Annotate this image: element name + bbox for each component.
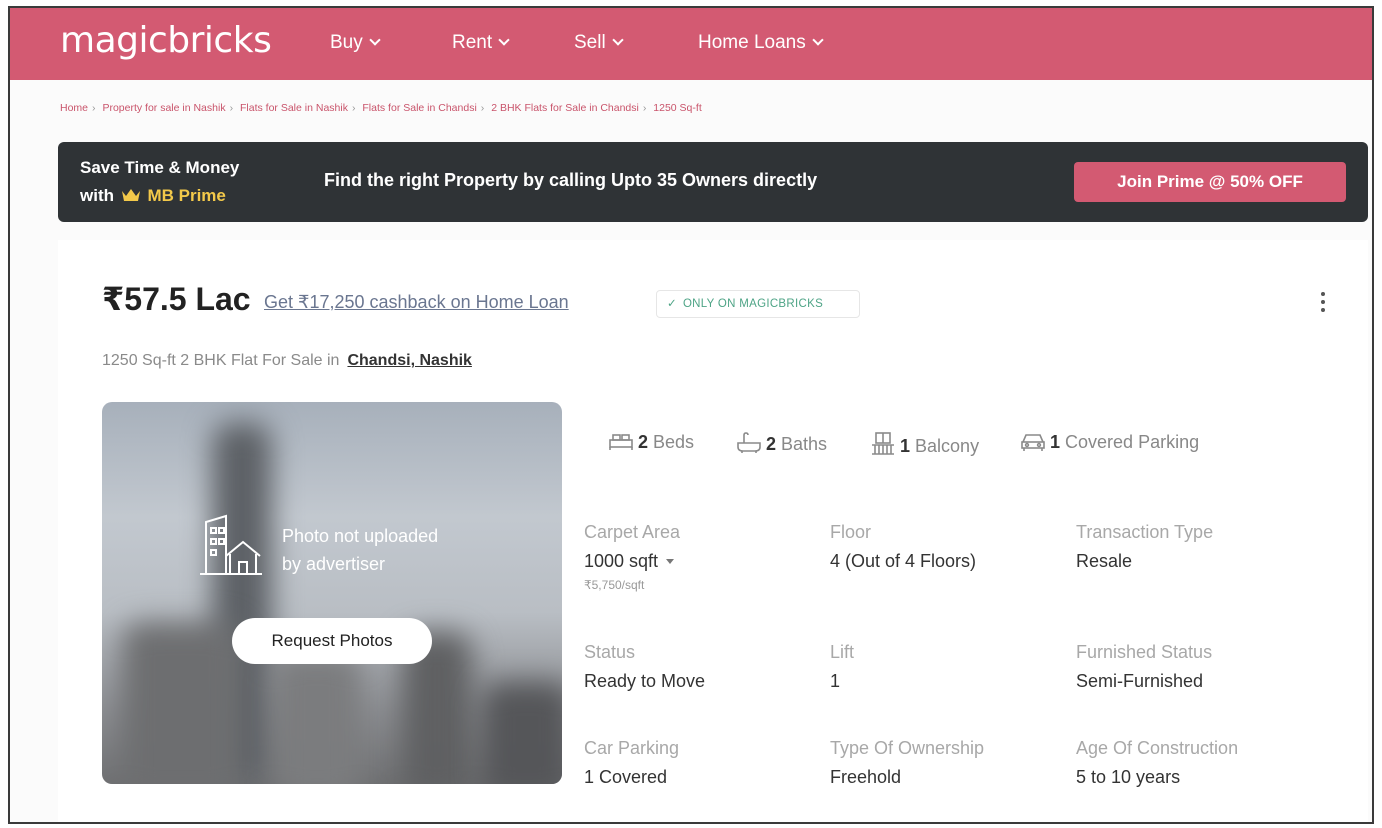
nav-home-loans[interactable]: Home Loans <box>698 32 824 54</box>
browser-frame: magicbricks Buy Rent Sell Home Loans Hom… <box>8 6 1374 824</box>
breadcrumb-item[interactable]: Property for sale in Nashik <box>102 102 225 114</box>
top-navigation-bar: magicbricks Buy Rent Sell Home Loans <box>10 8 1372 80</box>
caret-down-icon <box>666 559 675 564</box>
location-link[interactable]: Chandsi, Nashik <box>347 352 471 369</box>
bath-icon <box>737 432 761 453</box>
amenity-balcony: 1 Balcony <box>870 432 979 457</box>
detail-age-of-construction: Age Of Construction 5 to 10 years <box>1076 738 1239 787</box>
join-prime-button[interactable]: Join Prime @ 50% OFF <box>1074 162 1346 202</box>
chevron-down-icon <box>612 34 624 46</box>
balcony-icon <box>872 432 894 455</box>
carpet-area-unit-dropdown[interactable]: 1000 sqft <box>584 551 804 572</box>
chevron-down-icon <box>812 34 824 46</box>
amenity-parking: 1 Covered Parking <box>1020 432 1199 453</box>
cashback-link[interactable]: Get ₹17,250 cashback on Home Loan <box>264 292 569 313</box>
breadcrumb-item[interactable]: Home <box>60 102 88 114</box>
detail-transaction-type: Transaction Type Resale <box>1076 522 1214 571</box>
chevron-down-icon <box>369 34 381 46</box>
breadcrumb: Home › Property for sale in Nashik › Flats… <box>60 102 702 114</box>
detail-status: Status Ready to Move <box>584 642 706 691</box>
detail-floor: Floor 4 (Out of 4 Floors) <box>830 522 977 571</box>
detail-lift: Lift 1 <box>830 642 855 691</box>
nav-sell[interactable]: Sell <box>574 32 624 54</box>
request-photos-button[interactable]: Request Photos <box>232 618 432 664</box>
only-on-magicbricks-badge: ✓ ONLY ON MAGICBRICKS <box>656 290 860 318</box>
property-card: ₹57.5 Lac Get ₹17,250 cashback on Home L… <box>58 240 1368 822</box>
breadcrumb-item[interactable]: Flats for Sale in Chandsi <box>362 102 476 114</box>
breadcrumb-item[interactable]: 2 BHK Flats for Sale in Chandsi <box>491 102 639 114</box>
prime-message: Find the right Property by calling Upto … <box>324 170 818 190</box>
crown-icon <box>121 189 140 201</box>
detail-car-parking: Car Parking 1 Covered <box>584 738 680 787</box>
breadcrumb-item-current: 1250 Sq-ft <box>653 102 702 114</box>
more-options-icon[interactable] <box>1318 292 1328 318</box>
chevron-down-icon <box>498 34 510 46</box>
property-subtitle: 1250 Sq-ft 2 BHK Flat For Sale in Chandsi… <box>102 352 472 369</box>
car-icon <box>1021 434 1045 451</box>
photo-not-uploaded-message: Photo not uploaded by advertiser <box>282 526 439 574</box>
nav-rent[interactable]: Rent <box>452 32 510 54</box>
prime-tagline: Save Time & Money with MB Prime <box>80 158 240 205</box>
amenity-beds: 2 Beds <box>608 432 694 453</box>
bed-icon <box>609 434 633 450</box>
property-photo-placeholder: Photo not uploaded by advertiser Request… <box>102 402 562 784</box>
detail-ownership: Type Of Ownership Freehold <box>830 738 985 787</box>
mb-prime-banner: Save Time & Money with MB Prime Find the… <box>58 142 1368 222</box>
nav-buy[interactable]: Buy <box>330 32 381 54</box>
magicbricks-logo[interactable]: magicbricks <box>60 20 272 61</box>
detail-carpet-area: Carpet Area 1000 sqft ₹5,750/sqft <box>584 522 804 592</box>
amenity-baths: 2 Baths <box>736 432 827 455</box>
property-price: ₹57.5 Lac <box>102 281 251 317</box>
detail-furnished-status: Furnished Status Semi-Furnished <box>1076 642 1213 691</box>
breadcrumb-item[interactable]: Flats for Sale in Nashik <box>240 102 348 114</box>
check-icon: ✓ <box>667 298 677 310</box>
building-icon <box>200 514 262 575</box>
